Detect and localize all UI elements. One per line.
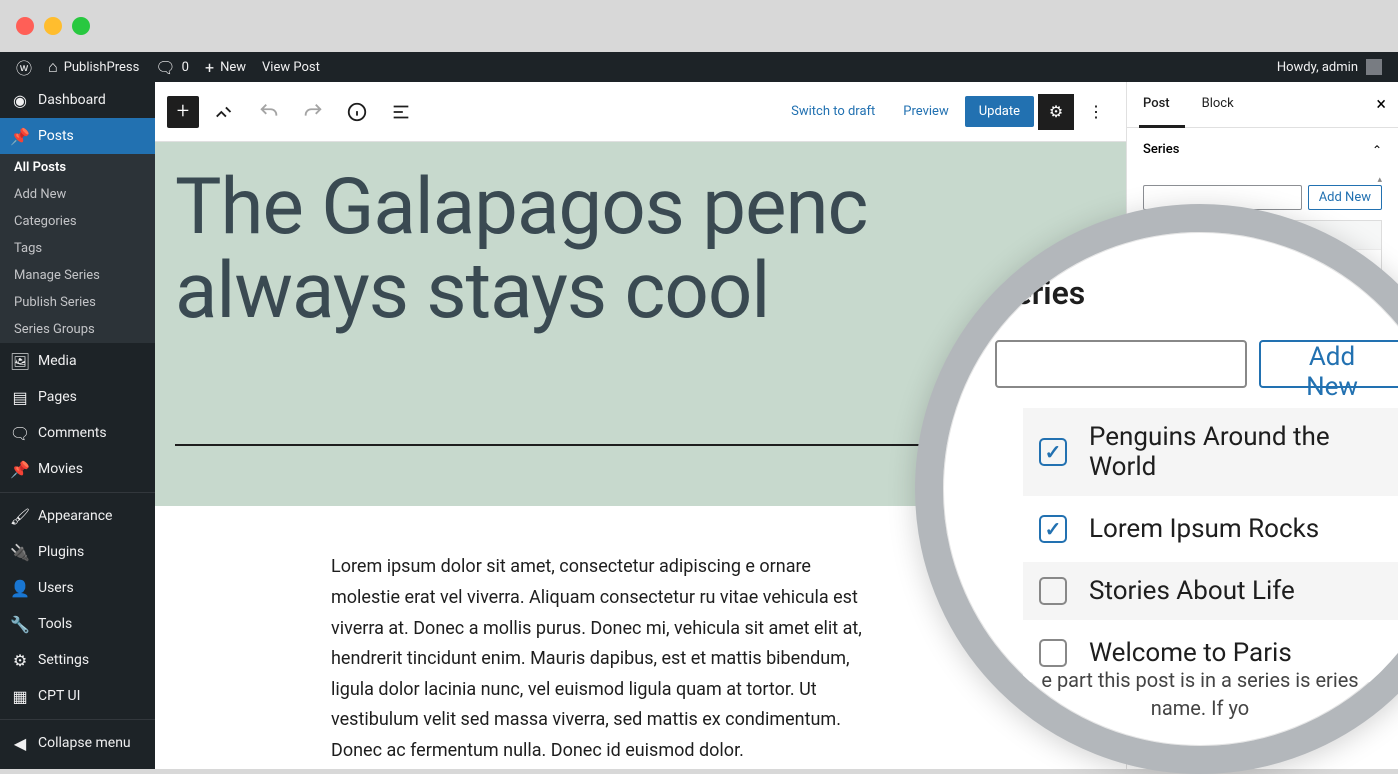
edit-mode-button[interactable] — [207, 94, 243, 130]
menu-pages[interactable]: ▤Pages — [0, 379, 155, 415]
submenu-publish-series[interactable]: Publish Series — [0, 289, 155, 316]
comment-icon: 🗨 — [155, 58, 175, 77]
pin-icon: 📌 — [10, 459, 30, 479]
collapse-icon: ◀ — [10, 733, 30, 753]
add-block-button[interactable]: + — [167, 96, 199, 128]
menu-cpt-ui[interactable]: ▦CPT UI — [0, 678, 155, 714]
add-new-series-button[interactable]: Add New — [1308, 185, 1382, 210]
admin-sidebar: ◉Dashboard 📌Posts All Posts Add New Cate… — [0, 82, 155, 769]
magnified-series-heading: Series — [995, 274, 1398, 312]
maximize-window-button[interactable] — [72, 17, 90, 35]
account-menu[interactable]: Howdy, admin — [1277, 59, 1390, 75]
update-button[interactable]: Update — [965, 96, 1034, 127]
wrench-icon: 🔧 — [10, 614, 30, 634]
magnified-series-option[interactable]: Penguins Around the World — [1023, 408, 1398, 496]
mac-titlebar — [0, 0, 1398, 52]
preview-button[interactable]: Preview — [891, 96, 960, 127]
posts-submenu: All Posts Add New Categories Tags Manage… — [0, 154, 155, 343]
site-name-label: PublishPress — [64, 60, 140, 75]
plug-icon: 🔌 — [10, 542, 30, 562]
checkbox-icon[interactable] — [1039, 639, 1067, 667]
post-title[interactable]: The Galapagos penc always stays cool — [175, 166, 1106, 334]
howdy-text: Howdy, admin — [1277, 60, 1358, 75]
submenu-manage-series[interactable]: Manage Series — [0, 262, 155, 289]
sliders-icon: ⚙ — [10, 650, 30, 670]
magnified-add-new-button[interactable]: Add New — [1259, 340, 1398, 388]
menu-tools[interactable]: 🔧Tools — [0, 606, 155, 642]
editor-toolbar: + Switch to draft Preview Update ⚙ ⋮ — [155, 82, 1126, 142]
avatar — [1366, 59, 1382, 75]
submenu-add-new[interactable]: Add New — [0, 181, 155, 208]
close-sidebar-button[interactable]: × — [1364, 82, 1398, 127]
magnified-hint-text: e part this post is in a series is eries… — [1013, 666, 1387, 722]
redo-button[interactable] — [295, 94, 331, 130]
close-window-button[interactable] — [16, 17, 34, 35]
menu-appearance[interactable]: 🖌Appearance — [0, 498, 155, 534]
outline-button[interactable] — [383, 94, 419, 130]
menu-movies[interactable]: 📌Movies — [0, 451, 155, 487]
media-icon: 🖼 — [10, 351, 30, 371]
pages-icon: ▤ — [10, 387, 30, 407]
submenu-series-groups[interactable]: Series Groups — [0, 316, 155, 343]
more-menu-button[interactable]: ⋮ — [1078, 94, 1114, 130]
separator-block — [175, 444, 932, 446]
undo-button[interactable] — [251, 94, 287, 130]
checkbox-checked-icon[interactable] — [1039, 438, 1067, 466]
submenu-tags[interactable]: Tags — [0, 235, 155, 262]
tab-block[interactable]: Block — [1186, 82, 1250, 127]
submenu-all-posts[interactable]: All Posts — [0, 154, 155, 181]
magnified-series-option[interactable]: Lorem Ipsum Rocks — [1023, 500, 1398, 558]
minimize-window-button[interactable] — [44, 17, 62, 35]
view-post[interactable]: View Post — [254, 52, 328, 82]
series-panel-header[interactable]: Series⌃ — [1127, 128, 1398, 171]
submenu-categories[interactable]: Categories — [0, 208, 155, 235]
gear-icon: ⚙ — [1049, 102, 1063, 121]
checkbox-checked-icon[interactable] — [1039, 515, 1067, 543]
menu-posts[interactable]: 📌Posts — [0, 118, 155, 154]
menu-plugins[interactable]: 🔌Plugins — [0, 534, 155, 570]
new-content[interactable]: + New — [197, 52, 254, 82]
brush-icon: 🖌 — [10, 506, 30, 526]
plus-icon: + — [205, 58, 214, 77]
grid-icon: ▦ — [10, 686, 30, 706]
wp-admin-bar: ⓦ ⌂PublishPress 🗨0 +New View Post Howdy,… — [0, 52, 1398, 82]
menu-media[interactable]: 🖼Media — [0, 343, 155, 379]
magnified-series-input[interactable] — [995, 340, 1247, 388]
tab-post[interactable]: Post — [1127, 82, 1186, 127]
comments-link[interactable]: 🗨0 — [147, 52, 197, 82]
chevron-up-icon: ⌃ — [1372, 143, 1382, 157]
menu-settings[interactable]: ⚙Settings — [0, 642, 155, 678]
settings-toggle-button[interactable]: ⚙ — [1038, 94, 1074, 130]
user-icon: 👤 — [10, 578, 30, 598]
menu-dashboard[interactable]: ◉Dashboard — [0, 82, 155, 118]
wp-logo[interactable]: ⓦ — [8, 52, 40, 82]
pin-icon: 📌 — [10, 126, 30, 146]
resize-handle[interactable]: ▴ — [1127, 171, 1398, 185]
dashboard-icon: ◉ — [10, 90, 30, 110]
collapse-menu[interactable]: ◀Collapse menu — [0, 725, 155, 761]
magnified-series-option[interactable]: Stories About Life — [1023, 562, 1398, 620]
more-icon: ⋮ — [1088, 102, 1104, 121]
comments-count: 0 — [182, 60, 189, 75]
info-button[interactable] — [339, 94, 375, 130]
new-label: New — [220, 60, 246, 75]
switch-draft-button[interactable]: Switch to draft — [779, 96, 887, 127]
comment-icon: 🗨 — [10, 423, 30, 443]
home-icon: ⌂ — [48, 57, 58, 77]
menu-users[interactable]: 👤Users — [0, 570, 155, 606]
menu-comments[interactable]: 🗨Comments — [0, 415, 155, 451]
checkbox-icon[interactable] — [1039, 577, 1067, 605]
site-name[interactable]: ⌂ PublishPress — [40, 52, 147, 82]
